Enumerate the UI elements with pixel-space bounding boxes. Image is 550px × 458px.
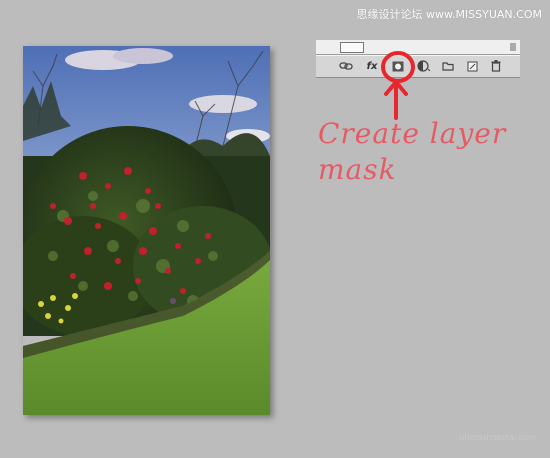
garden-photo xyxy=(23,46,270,415)
annotation-text: Create layer mask xyxy=(318,116,508,188)
footer-watermark: photoshopstar.com xyxy=(459,433,536,442)
annotation-line-2: mask xyxy=(318,153,397,186)
garden-photo-image xyxy=(23,46,270,415)
site-watermark: 思缘设计论坛 www.MISSYUAN.COM xyxy=(356,8,542,21)
annotation-line-1: Create layer xyxy=(318,117,507,150)
highlight-circle xyxy=(381,51,415,83)
